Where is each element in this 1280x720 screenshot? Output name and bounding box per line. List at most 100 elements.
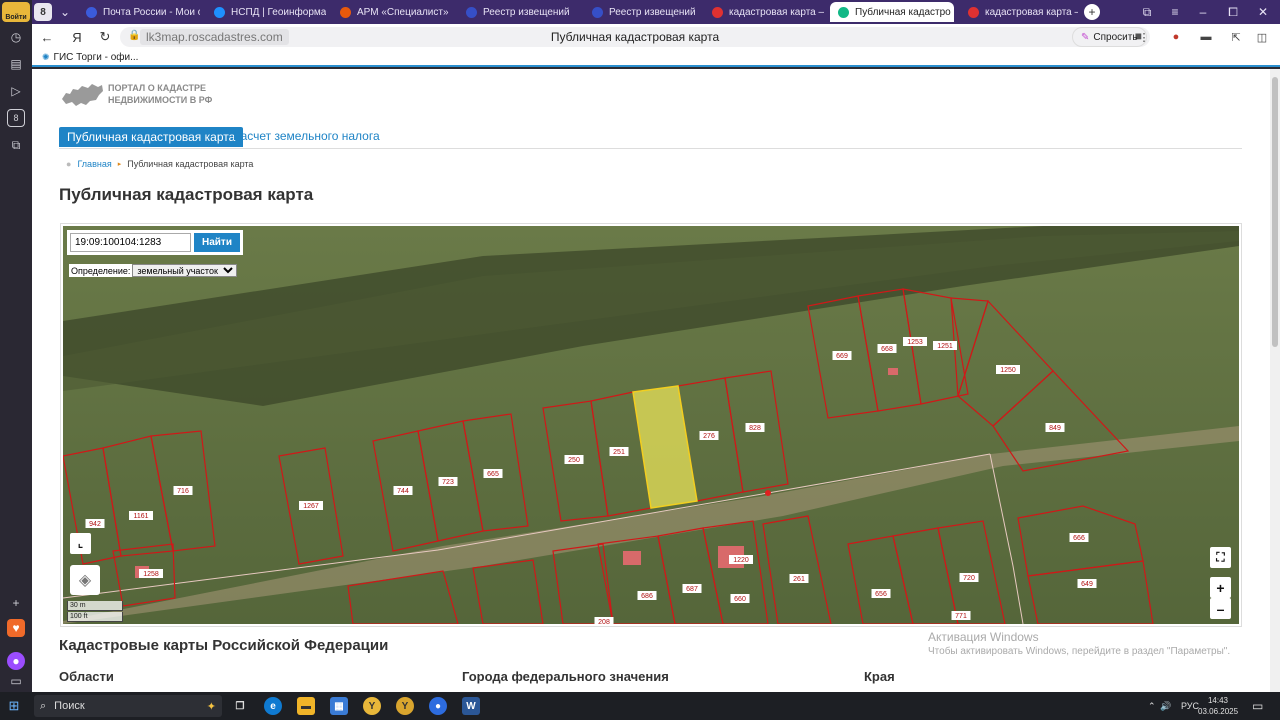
share-icon[interactable]: ⇱ [1228, 29, 1244, 45]
parcel-label[interactable]: 666 [1073, 535, 1085, 542]
browser-tab[interactable]: Публичная кадастро✕ [830, 2, 954, 22]
browser-tab[interactable]: Почта России - Мои отп [78, 2, 200, 22]
browser-tab[interactable]: АРМ «Специалист» [332, 2, 452, 22]
parcel-label[interactable]: 849 [1049, 425, 1061, 432]
parcel-label[interactable]: 656 [875, 591, 887, 598]
tab-count-icon[interactable]: 8 [7, 109, 25, 127]
notifications-icon[interactable]: ▭ [1252, 692, 1263, 720]
restore-icon[interactable]: ⧠ [1224, 3, 1242, 21]
screenshot-icon[interactable]: ⧉ [7, 136, 25, 154]
find-button[interactable]: Найти [194, 233, 240, 252]
profile-icon[interactable]: ◫ [1254, 29, 1270, 45]
definition-label: Определение: [71, 265, 131, 276]
taskbar-search[interactable]: ⌕ Поиск ✦ [34, 695, 222, 717]
menu-icon[interactable]: ≡ [1166, 3, 1184, 21]
more-icon[interactable]: ⋮ [1136, 29, 1152, 45]
zoom-in-button[interactable]: + [1210, 577, 1231, 598]
bookmark-item[interactable]: ✺ ГИС Торги - офи... [42, 52, 138, 63]
parcel-label[interactable]: 660 [734, 596, 746, 603]
extension-icon[interactable]: ● [1168, 29, 1184, 45]
site-logo[interactable]: ПОРТАЛ О КАДАСТРЕ НЕДВИЖИМОСТИ В РФ [60, 81, 212, 107]
fullscreen-icon[interactable]: ⛶ [1210, 547, 1231, 568]
tab-manager-icon[interactable]: ⧉ [1138, 3, 1156, 21]
language-indicator[interactable]: РУС [1181, 692, 1199, 720]
parcel-label[interactable]: 1267 [303, 503, 319, 510]
parcel-label[interactable]: 649 [1081, 581, 1093, 588]
parcel-label[interactable]: 1220 [733, 557, 749, 564]
parcel-label[interactable]: 208 [598, 619, 610, 624]
yandex-browser-icon[interactable]: Y [363, 697, 381, 715]
history-icon[interactable]: ◷ [7, 28, 25, 46]
parcel-label[interactable]: 261 [793, 576, 805, 583]
parcel-label[interactable]: 668 [881, 346, 893, 353]
collections-icon[interactable]: ▤ [7, 55, 25, 73]
explorer-icon[interactable]: ▬ [297, 697, 315, 715]
yandex-icon[interactable]: Я [68, 28, 86, 46]
tab-counter[interactable]: 8 [34, 3, 52, 21]
parcel-label[interactable]: 771 [955, 613, 967, 620]
word-icon[interactable]: W [462, 697, 480, 715]
panel-toggle-icon[interactable]: ▭ [7, 672, 25, 690]
play-icon[interactable]: ▷ [7, 82, 25, 100]
downloads-icon[interactable]: ▬ [1198, 29, 1214, 45]
definition-select[interactable]: земельный участок [132, 264, 238, 277]
close-window-icon[interactable]: ✕ [1254, 3, 1272, 21]
browser-tab[interactable]: Реестр извещений [584, 2, 700, 22]
zoom-out-button[interactable]: – [1210, 598, 1231, 619]
volume-icon[interactable]: 🔊 [1160, 692, 1171, 720]
tabs-dropdown-icon[interactable]: ⌄ [56, 3, 74, 21]
browser-tab[interactable]: НСПД | Геоинформаци [206, 2, 326, 22]
tab-land-tax[interactable]: Расчет земельного налога [233, 129, 380, 143]
parcel-label[interactable]: 744 [397, 488, 409, 495]
parcel-label[interactable]: 665 [487, 471, 499, 478]
edge-icon[interactable]: e [264, 697, 282, 715]
parcel-label[interactable]: 1253 [907, 339, 923, 346]
cadastral-map[interactable]: 942 1161 716 1258 1267 744 723 665 250 251 276 828 6… [63, 226, 1239, 624]
new-tab-button[interactable]: + [1084, 4, 1100, 20]
clock[interactable]: 14:43 03.06.2025 [1198, 695, 1238, 717]
parcel-label[interactable]: 723 [442, 479, 454, 486]
logo-line2: НЕДВИЖИМОСТИ В РФ [108, 95, 213, 105]
store-icon[interactable]: ▦ [330, 697, 348, 715]
back-icon[interactable]: ← [38, 28, 56, 46]
parcel-label[interactable]: 250 [568, 457, 580, 464]
reload-icon[interactable]: ↻ [96, 28, 114, 46]
alice-icon[interactable]: ● [7, 652, 25, 670]
minimize-icon[interactable]: – [1194, 3, 1212, 21]
login-button[interactable]: Войти [2, 2, 30, 22]
windows-start-icon[interactable]: ⊞ [6, 698, 22, 714]
layers-icon[interactable]: ◈ [70, 565, 100, 595]
breadcrumb-home[interactable]: Главная [77, 159, 111, 169]
zen-icon[interactable]: ♥ [7, 619, 25, 637]
add-panel-icon[interactable]: + [7, 594, 25, 612]
parcel-label[interactable]: 251 [613, 449, 625, 456]
parcel-label[interactable]: 1250 [1000, 367, 1016, 374]
parcel-label[interactable]: 828 [749, 425, 761, 432]
tab-public-map[interactable]: Публичная кадастровая карта [59, 127, 244, 147]
parcel-label[interactable]: 669 [836, 353, 848, 360]
chrome-icon[interactable]: ● [429, 697, 447, 715]
cadastral-number-input[interactable] [70, 233, 191, 252]
parcel-label[interactable]: 942 [89, 521, 101, 528]
browser-tab[interactable]: Реестр извещений [458, 2, 578, 22]
parcel-label[interactable]: 276 [703, 433, 715, 440]
browser-tab[interactable]: кадастровая карта — Я [960, 2, 1078, 22]
tab-label: Почта России - Мои отп [103, 6, 200, 18]
yandex-browser-active-icon[interactable]: Y [396, 697, 414, 715]
scrollbar-thumb[interactable] [1272, 77, 1278, 347]
parcel-label[interactable]: 1251 [937, 343, 953, 350]
omnibox[interactable]: 🔒 lk3map.roscadastres.com Публичная када… [120, 27, 1150, 47]
sparkle-icon: ✦ [206, 700, 216, 713]
parcel-label[interactable]: 1161 [133, 513, 148, 520]
task-view-icon[interactable]: ❐ [231, 697, 249, 715]
browser-tab[interactable]: кадастровая карта — Я [704, 2, 824, 22]
page-scrollbar[interactable] [1270, 69, 1280, 692]
parcel-label[interactable]: 686 [641, 593, 653, 600]
parcel-label[interactable]: 720 [963, 575, 975, 582]
bookmarks-bar: ✺ ГИС Торги - офи... [32, 50, 1280, 67]
measure-icon[interactable]: ⌞ [70, 533, 91, 554]
parcel-label[interactable]: 1258 [143, 571, 159, 578]
tray-chevron-icon[interactable]: ⌃ [1148, 692, 1156, 720]
parcel-label[interactable]: 716 [177, 488, 189, 495]
parcel-label[interactable]: 687 [686, 586, 698, 593]
